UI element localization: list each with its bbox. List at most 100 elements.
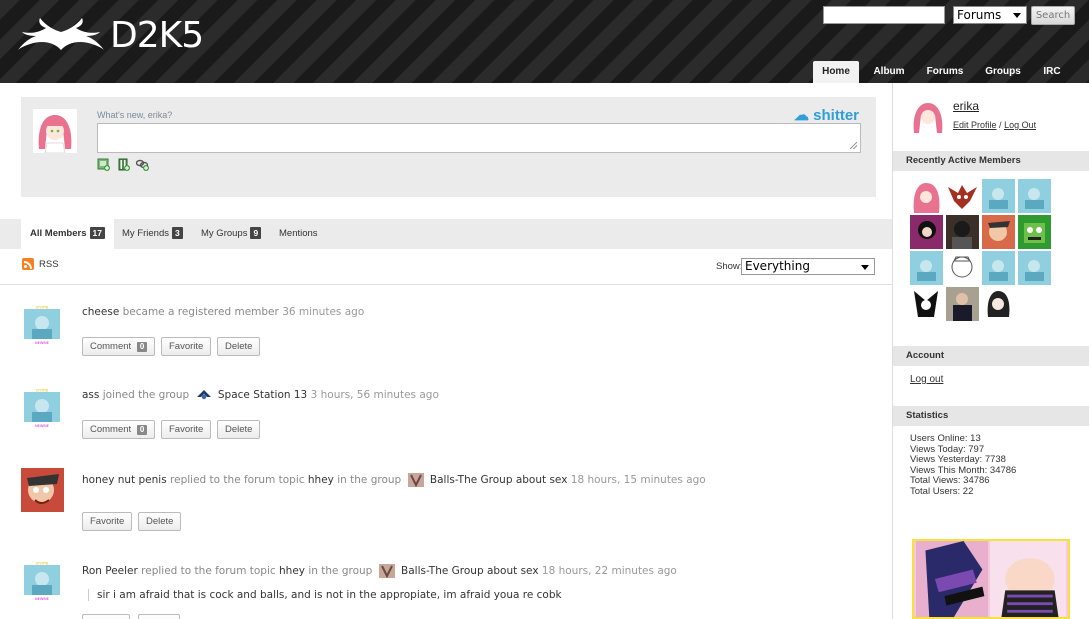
activity-user-link[interactable]: cheese xyxy=(82,306,119,318)
member-avatar[interactable] xyxy=(982,287,1015,321)
avatar[interactable]: STUPID NEWBIE xyxy=(24,305,60,345)
comment-count-badge: 0 xyxy=(136,342,148,352)
sidebar: erika Edit Profile / Log Out Recently Ac… xyxy=(892,83,1089,619)
favorite-button[interactable] xyxy=(82,614,130,619)
member-avatar[interactable] xyxy=(1018,251,1051,285)
nav-tab-album[interactable]: Album xyxy=(870,61,908,83)
log-out-link[interactable]: Log Out xyxy=(1004,120,1036,130)
avatar[interactable]: STUPID NEWBIE xyxy=(24,388,60,428)
stat-users-online: Users Online: 13 xyxy=(910,433,981,444)
recent-members-header: Recently Active Members xyxy=(893,151,1089,171)
activity-time[interactable]: 18 hours, 15 minutes ago xyxy=(571,474,706,486)
resize-grip-icon[interactable] xyxy=(850,142,857,149)
activity-topic-link[interactable]: hhey xyxy=(279,565,305,577)
tab-count-badge: 17 xyxy=(89,227,105,239)
activity-tabs: All Members 17 My Friends 3 My Groups 9 Men… xyxy=(0,219,892,249)
avatar xyxy=(33,109,77,153)
delete-button[interactable] xyxy=(138,614,180,619)
member-avatar[interactable] xyxy=(982,215,1015,249)
site-name: D2K5 xyxy=(110,14,204,56)
rss-label: RSS xyxy=(39,258,59,270)
member-avatar[interactable] xyxy=(946,287,979,321)
delete-button[interactable]: Delete xyxy=(138,512,182,531)
activity-time[interactable]: 18 hours, 22 minutes ago xyxy=(542,565,677,577)
site-logo[interactable]: D2K5 xyxy=(18,14,204,56)
edit-profile-link[interactable]: Edit Profile xyxy=(953,120,997,130)
comment-button[interactable]: Comment 0 xyxy=(82,420,156,439)
member-avatar[interactable] xyxy=(910,251,943,285)
member-avatar[interactable] xyxy=(982,251,1015,285)
avatar[interactable] xyxy=(910,99,946,135)
member-avatar[interactable] xyxy=(910,215,943,249)
stat-total-users: Total Users: 22 xyxy=(910,485,974,497)
sidebar-username-link[interactable]: erika xyxy=(953,99,979,113)
member-avatar[interactable] xyxy=(946,179,979,213)
shitter-logo[interactable]: ☁ shitter xyxy=(794,106,859,124)
activity-group-link[interactable]: Space Station 13 xyxy=(218,389,307,401)
favorite-button[interactable]: Favorite xyxy=(161,337,212,356)
add-link-icon[interactable] xyxy=(136,158,149,171)
member-avatar[interactable] xyxy=(982,179,1015,213)
cloud-icon: ☁ xyxy=(793,107,809,124)
nav-tab-home[interactable]: Home xyxy=(813,61,859,83)
member-avatar[interactable] xyxy=(946,215,979,249)
comment-label: Comment xyxy=(90,341,132,352)
activity-action: replied to the forum topic xyxy=(141,565,276,577)
search-button[interactable]: Search xyxy=(1031,6,1075,25)
show-filter-value: Everything xyxy=(745,259,810,273)
member-avatar[interactable] xyxy=(1018,215,1051,249)
nav-tab-groups[interactable]: Groups xyxy=(983,61,1023,83)
activity-user-link[interactable]: Ron Peeler xyxy=(82,565,138,577)
delete-button[interactable]: Delete xyxy=(217,337,261,356)
add-photo-icon[interactable] xyxy=(97,158,110,171)
activity-quote: sir i am afraid that is cock and balls, … xyxy=(88,589,562,601)
favorite-button[interactable]: Favorite xyxy=(82,512,133,531)
comment-button[interactable]: Comment 0 xyxy=(82,337,156,356)
nav-tab-irc[interactable]: IRC xyxy=(1040,61,1064,83)
group-avatar-icon[interactable] xyxy=(196,388,212,402)
svg-text:NEWBIE: NEWBIE xyxy=(35,597,49,601)
comment-count-badge: 0 xyxy=(136,425,148,435)
chevron-down-icon xyxy=(1013,13,1021,18)
avatar[interactable] xyxy=(21,468,64,512)
add-video-icon[interactable] xyxy=(117,158,130,171)
activity-time[interactable]: 36 minutes ago xyxy=(282,306,364,318)
activity-text: honey nut penis replied to the forum top… xyxy=(82,473,706,487)
member-avatar[interactable] xyxy=(946,251,979,285)
link-separator: / xyxy=(999,120,1002,130)
member-avatar[interactable] xyxy=(1018,179,1051,213)
account-logout-link[interactable]: Log out xyxy=(910,374,943,385)
whats-new-label: What's new, erika? xyxy=(97,110,173,120)
account-header: Account xyxy=(893,346,1089,366)
whats-new-textarea[interactable] xyxy=(97,123,861,153)
tab-all-members[interactable]: All Members 17 xyxy=(21,219,114,249)
group-avatar-icon[interactable] xyxy=(378,564,395,578)
tab-my-friends[interactable]: My Friends 3 xyxy=(122,219,183,249)
tab-mentions[interactable]: Mentions xyxy=(279,219,318,249)
nav-tab-forums[interactable]: Forums xyxy=(925,61,965,83)
activity-user-link[interactable]: honey nut penis xyxy=(82,474,167,486)
avatar[interactable]: STUPID NEWBIE xyxy=(24,561,60,601)
favorite-button[interactable]: Favorite xyxy=(161,420,212,439)
activity-text: ass joined the group Space Station 13 3 … xyxy=(82,388,439,402)
activity-group-link[interactable]: Balls-The Group about sex xyxy=(430,474,568,486)
rss-link[interactable]: RSS xyxy=(22,258,59,270)
search-scope-select[interactable]: Forums xyxy=(953,6,1027,24)
show-filter-select[interactable]: Everything xyxy=(741,258,875,275)
activity-user-link[interactable]: ass xyxy=(82,389,99,401)
member-avatar[interactable] xyxy=(910,179,943,213)
delete-button[interactable]: Delete xyxy=(217,420,261,439)
search-scope-value: Forums xyxy=(957,8,1002,22)
search-input[interactable] xyxy=(823,6,945,24)
tab-my-groups[interactable]: My Groups 9 xyxy=(201,219,262,249)
whats-new-form: What's new, erika? ☁ shitter xyxy=(21,97,876,197)
activity-topic-link[interactable]: hhey xyxy=(308,474,334,486)
activity-time[interactable]: 3 hours, 56 minutes ago xyxy=(311,389,439,401)
activity-group-link[interactable]: Balls-The Group about sex xyxy=(401,565,539,577)
show-filter-label: Show: xyxy=(716,261,743,272)
sidebar-banner-image[interactable] xyxy=(912,539,1070,619)
svg-text:STUPID: STUPID xyxy=(36,562,49,566)
site-header: D2K5 Forums Search Home Album Forums Gro… xyxy=(0,0,1089,83)
group-avatar-icon[interactable] xyxy=(407,473,424,487)
member-avatar[interactable] xyxy=(910,287,943,321)
